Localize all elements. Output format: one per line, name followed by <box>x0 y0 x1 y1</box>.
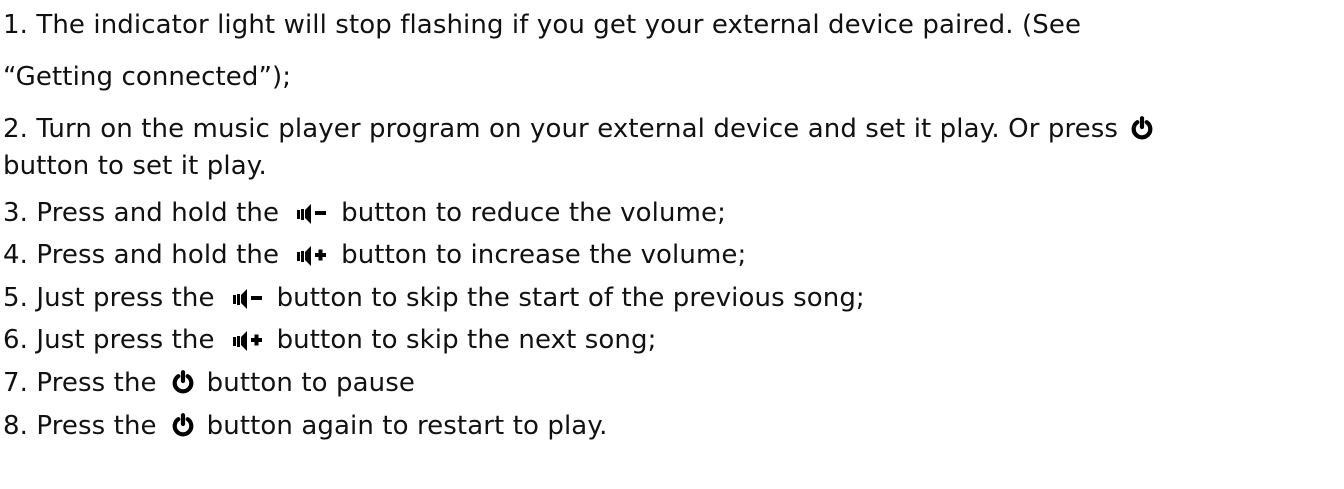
step-2-line: 2. Turn on the music player program on y… <box>3 112 1154 146</box>
volume-down-icon <box>297 204 327 224</box>
step-8-line: 8. Press the button again to restart to … <box>3 409 607 443</box>
step-7-line: 7. Press the button to pause <box>3 366 415 400</box>
line-text: button to set it play. <box>3 151 267 181</box>
line-text: “Getting connected”); <box>3 62 292 92</box>
volume-down-icon <box>232 289 263 309</box>
power-icon <box>171 413 195 437</box>
step-6-line: 6. Just press the button to skip the nex… <box>3 323 656 357</box>
step-2-continuation: button to set it play. <box>3 149 267 183</box>
power-icon <box>171 370 195 394</box>
line-text: button to increase the volume; <box>341 240 747 270</box>
line-text: button to skip the next song; <box>276 325 657 355</box>
volume-up-icon <box>232 331 263 351</box>
line-text: 6. Just press the <box>3 325 215 355</box>
volume-up-icon <box>297 246 327 266</box>
line-text: button again to restart to play. <box>206 411 608 441</box>
line-text: 7. Press the <box>3 368 157 398</box>
line-text: button to skip the start of the previous… <box>276 283 865 313</box>
step-3-line: 3. Press and hold the button to reduce t… <box>3 196 726 230</box>
line-text: 1. The indicator light will stop flashin… <box>3 10 1082 40</box>
line-text: 2. Turn on the music player program on y… <box>3 114 1119 144</box>
power-icon <box>1130 116 1154 140</box>
line-text: 3. Press and hold the <box>3 198 280 228</box>
step-4-line: 4. Press and hold the button to increase… <box>3 238 746 272</box>
line-text: button to pause <box>206 368 415 398</box>
step-5-line: 5. Just press the button to skip the sta… <box>3 281 865 315</box>
instruction-document: 1. The indicator light will stop flashin… <box>0 0 1344 489</box>
line-text: 4. Press and hold the <box>3 240 280 270</box>
line-text: button to reduce the volume; <box>341 198 726 228</box>
step-1-continuation: “Getting connected”); <box>3 60 291 94</box>
step-1-line: 1. The indicator light will stop flashin… <box>3 8 1081 42</box>
line-text: 5. Just press the <box>3 283 215 313</box>
line-text: 8. Press the <box>3 411 157 441</box>
